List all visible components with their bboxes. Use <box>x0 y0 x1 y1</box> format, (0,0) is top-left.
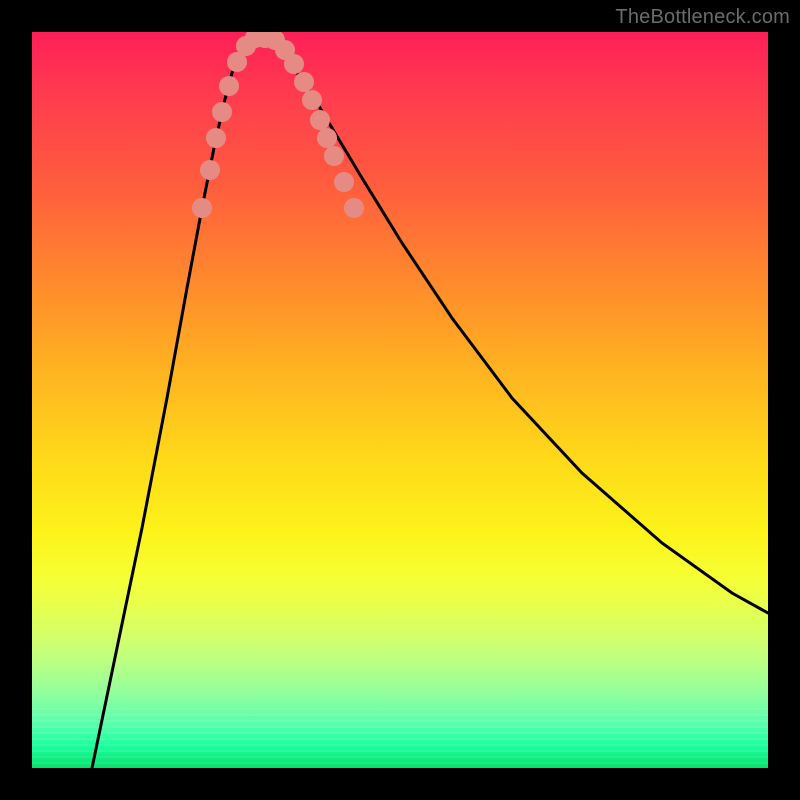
chart-frame: TheBottleneck.com <box>0 0 800 800</box>
highlight-dot <box>200 160 220 180</box>
highlight-dot <box>192 198 212 218</box>
highlight-dot <box>344 198 364 218</box>
highlight-dot <box>245 32 265 48</box>
highlight-dot <box>294 72 314 92</box>
highlight-dot <box>219 76 239 96</box>
bottleneck-curve <box>92 38 768 768</box>
highlight-dot <box>302 90 322 110</box>
highlight-dot <box>227 52 247 72</box>
highlight-dot <box>310 110 330 130</box>
highlight-dot <box>284 54 304 74</box>
highlight-dots <box>192 32 364 218</box>
highlight-dot <box>334 172 354 192</box>
highlight-dot <box>265 32 285 50</box>
bottleneck-curve-svg <box>32 32 768 768</box>
highlight-dot <box>275 40 295 60</box>
highlight-dot <box>324 146 344 166</box>
highlight-dot <box>317 128 337 148</box>
highlight-dot <box>212 102 232 122</box>
watermark-text: TheBottleneck.com <box>615 6 790 29</box>
bottom-stripe-overlay <box>32 708 768 768</box>
plot-area <box>32 32 768 768</box>
highlight-dot <box>255 32 275 48</box>
highlight-dot <box>206 128 226 148</box>
highlight-dot <box>236 36 256 56</box>
